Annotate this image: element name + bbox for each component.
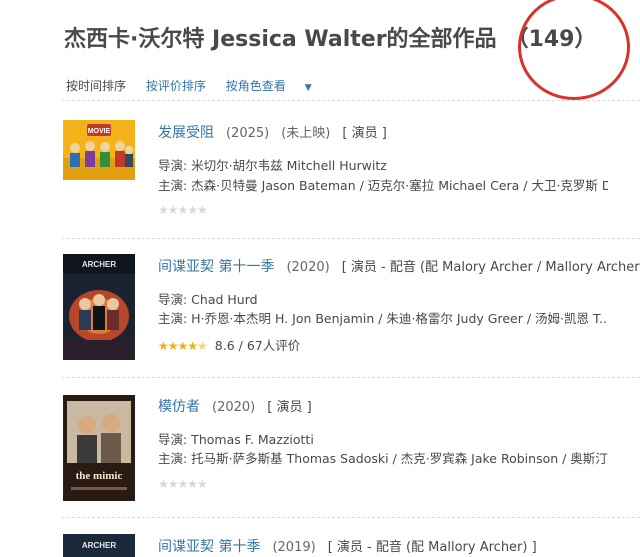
- film-title-link[interactable]: 间谍亚契 第十一季: [158, 259, 274, 275]
- rating-stars-icon: ★★★★: [158, 339, 198, 353]
- sort-by-time[interactable]: 按时间排序: [66, 79, 126, 93]
- poster-archer-label: ARCHER: [82, 541, 116, 550]
- film-rating-1: ★★★★★: [158, 203, 208, 217]
- film-title-row-1: 发展受阻 (2025) (未上映) [ 演员 ]: [158, 122, 387, 142]
- divider: [62, 238, 640, 239]
- film-title-link[interactable]: 间谍亚契 第十季: [158, 539, 260, 555]
- poster-archer-s11: ARCHER: [63, 254, 135, 360]
- poster-archer-s10: ARCHER: [63, 534, 135, 557]
- film-poster-1[interactable]: MOVIE: [63, 120, 135, 180]
- divider: [62, 517, 640, 518]
- page-title: 杰西卡·沃尔特 Jessica Walter的全部作品 （149）: [64, 21, 597, 53]
- film-title-link[interactable]: 发展受阻: [158, 125, 214, 141]
- divider: [62, 100, 640, 101]
- film-role: [ 演员 - 配音 (配 Malory Archer / Mallory Arc…: [341, 260, 640, 275]
- poster-mimic-label: the mimic: [76, 470, 123, 482]
- film-title-row-3: 模仿者 (2020) [ 演员 ]: [158, 396, 312, 416]
- rating-text: 8.6 / 67人评价: [214, 338, 301, 353]
- caret-down-icon: ▼: [304, 83, 312, 93]
- film-poster-2[interactable]: ARCHER: [63, 254, 135, 360]
- view-by-role[interactable]: 按角色查看 ▼: [226, 79, 328, 93]
- view-by-role-label: 按角色查看: [225, 79, 286, 93]
- film-year: (2020): [212, 400, 256, 415]
- poster-the-mimic: the mimic: [63, 395, 135, 501]
- film-year: (2019): [272, 540, 316, 555]
- film-title-row-2: 间谍亚契 第十一季 (2020) [ 演员 - 配音 (配 Malory Arche…: [158, 256, 640, 276]
- film-poster-3[interactable]: the mimic: [63, 395, 135, 501]
- film-role: [ 演员 - 配音 (配 Mallory Archer) ]: [327, 540, 537, 555]
- half-star-icon: ★: [197, 339, 208, 353]
- poster-movie-label: MOVIE: [88, 128, 111, 135]
- film-year: (2020): [286, 260, 330, 275]
- empty-stars-icon: ★★★★★: [158, 477, 208, 491]
- empty-stars-icon: ★★★★★: [158, 203, 208, 217]
- page-title-text: 杰西卡·沃尔特 Jessica Walter的全部作品: [64, 27, 497, 52]
- film-director: 导演: Thomas F. Mazziotti: [158, 432, 314, 447]
- film-cast: 主演: 杰森·贝特曼 Jason Bateman / 迈克尔·塞拉 Michae…: [158, 178, 608, 193]
- film-title-link[interactable]: 模仿者: [158, 399, 200, 415]
- sort-by-rating[interactable]: 按评价排序: [146, 79, 206, 93]
- sort-bar: 按时间排序 按评价排序 按角色查看 ▼: [66, 77, 344, 94]
- film-cast: 主演: H·乔恩·本杰明 H. Jon Benjamin / 朱迪·格雷尔 Ju…: [158, 311, 608, 326]
- divider: [62, 377, 640, 378]
- film-cast: 主演: 托马斯·萨多斯基 Thomas Sadoski / 杰克·罗宾森 Jak…: [158, 451, 608, 466]
- poster-archer-label: ARCHER: [82, 260, 116, 269]
- film-title-row-4: 间谍亚契 第十季 (2019) [ 演员 - 配音 (配 Mallory Arche…: [158, 536, 537, 556]
- film-role: [ 演员 ]: [342, 126, 387, 141]
- film-year: (2025): [226, 126, 270, 141]
- film-poster-4[interactable]: ARCHER: [63, 534, 135, 557]
- film-rating-3: ★★★★★: [158, 477, 208, 491]
- poster-arrested-development: MOVIE: [63, 120, 135, 180]
- film-director: 导演: Chad Hurd: [158, 292, 258, 307]
- film-role: [ 演员 ]: [267, 400, 312, 415]
- film-rating-2: ★★★★★ 8.6 / 67人评价: [158, 335, 300, 354]
- red-circle-annotation: [518, 0, 630, 100]
- film-status: (未上映): [281, 126, 331, 141]
- film-director: 导演: 米切尔·胡尔韦兹 Mitchell Hurwitz: [158, 158, 387, 173]
